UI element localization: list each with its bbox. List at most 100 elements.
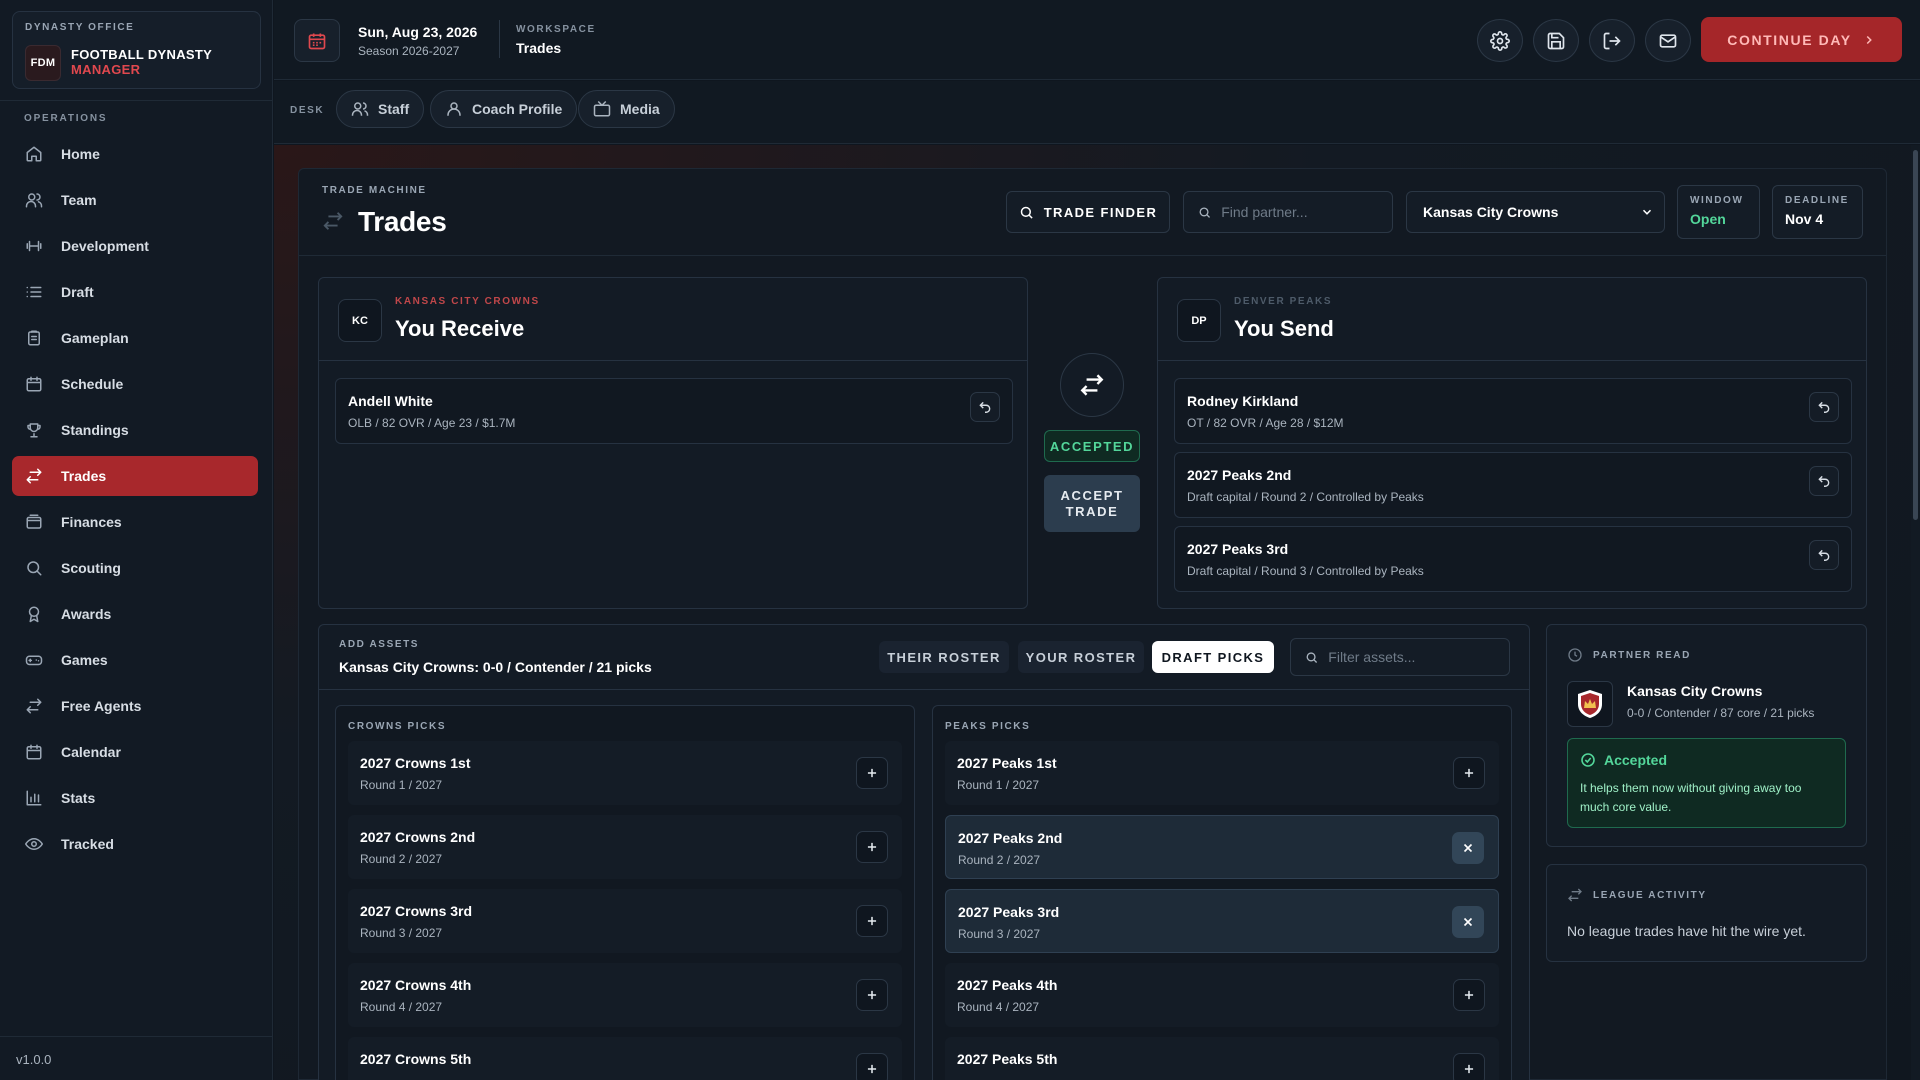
pick-row: 2027 Peaks 5th — [945, 1037, 1499, 1080]
sidebar-item-standings[interactable]: Standings — [12, 410, 258, 450]
sidebar-item-home[interactable]: Home — [12, 134, 258, 174]
continue-day-button[interactable]: CONTINUE DAY — [1701, 17, 1902, 62]
sidebar-nav: Home Team Development Draft Gameplan Schedule… — [12, 134, 258, 870]
partner-search-input[interactable] — [1221, 204, 1392, 220]
deadline-label: DEADLINE — [1785, 195, 1849, 206]
window-label: WINDOW — [1690, 195, 1744, 206]
trade-deadline-stat: DEADLINE Nov 4 — [1772, 185, 1863, 239]
remove-pick-button[interactable] — [1452, 832, 1484, 864]
sidebar-item-stats[interactable]: Stats — [12, 778, 258, 818]
sidebar-item-scouting[interactable]: Scouting — [12, 548, 258, 588]
partner-team-select[interactable]: Kansas City Crowns — [1406, 191, 1665, 233]
sidebar-item-label: Awards — [61, 606, 112, 622]
workspace-value: Trades — [516, 40, 562, 56]
accept-trade-button[interactable]: ACCEPT TRADE — [1044, 475, 1140, 532]
exit-button[interactable] — [1589, 19, 1635, 62]
add-pick-button[interactable] — [1453, 979, 1485, 1011]
asset-meta: OLB / 82 OVR / Age 23 / $1.7M — [348, 416, 516, 430]
brand-card[interactable]: DYNASTY OFFICE FDM FOOTBALL DYNASTY MANA… — [12, 11, 261, 89]
asset-meta: OT / 82 OVR / Age 28 / $12M — [1187, 416, 1344, 430]
desk-staff-label: Staff — [378, 101, 410, 117]
sidebar-item-label: Development — [61, 238, 149, 254]
desk-media-button[interactable]: Media — [578, 90, 675, 128]
sidebar-item-schedule[interactable]: Schedule — [12, 364, 258, 404]
send-card: DP DENVER PEAKS You Send Rodney Kirkland… — [1157, 277, 1867, 609]
add-pick-button[interactable] — [1453, 1053, 1485, 1080]
sidebar-item-development[interactable]: Development — [12, 226, 258, 266]
asset-name: 2027 Peaks 3rd — [1187, 541, 1289, 557]
tab-your-roster[interactable]: YOUR ROSTER — [1018, 641, 1144, 673]
sidebar-item-label: Gameplan — [61, 330, 129, 346]
remove-asset-button[interactable] — [1809, 392, 1839, 422]
league-activity-label: LEAGUE ACTIVITY — [1593, 889, 1707, 901]
clipboard-icon — [28, 330, 40, 346]
team-badge-receive: KC — [338, 299, 382, 342]
add-pick-button[interactable] — [856, 757, 888, 789]
add-pick-button[interactable] — [856, 979, 888, 1011]
pick-meta: Round 1 / 2027 — [360, 778, 443, 792]
sidebar: DYNASTY OFFICE FDM FOOTBALL DYNASTY MANA… — [0, 0, 273, 1080]
gamepad-icon — [25, 655, 43, 666]
undo-icon — [1818, 401, 1830, 413]
settings-button[interactable] — [1477, 19, 1523, 62]
pick-name: 2027 Crowns 4th — [360, 977, 472, 993]
add-pick-button[interactable] — [856, 831, 888, 863]
remove-asset-button[interactable] — [1809, 540, 1839, 570]
pick-row: 2027 Peaks 1st Round 1 / 2027 — [945, 741, 1499, 805]
send-asset-row: 2027 Peaks 2nd Draft capital / Round 2 /… — [1174, 452, 1852, 518]
sidebar-item-gameplan[interactable]: Gameplan — [12, 318, 258, 358]
clock-icon — [1568, 648, 1582, 662]
sidebar-item-team[interactable]: Team — [12, 180, 258, 220]
save-button[interactable] — [1533, 19, 1579, 62]
pick-meta: Round 3 / 2027 — [958, 927, 1041, 941]
desk-coach-profile-button[interactable]: Coach Profile — [430, 90, 578, 128]
trade-window-stat: WINDOW Open — [1677, 185, 1760, 239]
plus-icon — [867, 1064, 877, 1074]
pick-row: 2027 Peaks 4th Round 4 / 2027 — [945, 963, 1499, 1027]
add-pick-button[interactable] — [856, 905, 888, 937]
calendar-button[interactable] — [294, 19, 340, 62]
sidebar-item-calendar[interactable]: Calendar — [12, 732, 258, 772]
pick-name: 2027 Peaks 4th — [957, 977, 1058, 993]
tab-their-roster[interactable]: THEIR ROSTER — [879, 641, 1009, 673]
partner-search[interactable] — [1183, 191, 1393, 233]
sidebar-item-free-agents[interactable]: Free Agents — [12, 686, 258, 726]
sidebar-item-awards[interactable]: Awards — [12, 594, 258, 634]
inbox-button[interactable] — [1645, 19, 1691, 62]
add-pick-button[interactable] — [1453, 757, 1485, 789]
sidebar-item-trades[interactable]: Trades — [12, 456, 258, 496]
search-icon — [1306, 651, 1318, 663]
asset-filter-input[interactable] — [1328, 649, 1509, 665]
asset-name: Andell White — [348, 393, 433, 409]
logout-icon — [1603, 32, 1621, 49]
undo-icon — [1818, 475, 1830, 487]
scrollbar-thumb[interactable] — [1913, 150, 1918, 520]
sidebar-item-finances[interactable]: Finances — [12, 502, 258, 542]
remove-asset-button[interactable] — [970, 392, 1000, 422]
pick-name: 2027 Peaks 5th — [957, 1051, 1058, 1067]
sidebar-item-games[interactable]: Games — [12, 640, 258, 680]
pick-name: 2027 Peaks 1st — [957, 755, 1057, 771]
sidebar-item-tracked[interactable]: Tracked — [12, 824, 258, 864]
sidebar-item-draft[interactable]: Draft — [12, 272, 258, 312]
trade-finder-button[interactable]: TRADE FINDER — [1006, 191, 1170, 233]
tab-draft-picks[interactable]: DRAFT PICKS — [1152, 641, 1274, 673]
remove-asset-button[interactable] — [1809, 466, 1839, 496]
undo-icon — [1818, 549, 1830, 561]
add-assets-divider — [319, 689, 1529, 690]
add-pick-button[interactable] — [856, 1053, 888, 1080]
plus-icon — [1464, 768, 1474, 778]
wallet-icon — [26, 514, 42, 529]
check-circle-icon — [1581, 753, 1595, 767]
asset-filter[interactable] — [1290, 638, 1510, 676]
pick-meta: Round 2 / 2027 — [958, 853, 1041, 867]
desk-staff-button[interactable]: Staff — [336, 90, 425, 128]
remove-pick-button[interactable] — [1452, 906, 1484, 938]
pick-meta: Round 2 / 2027 — [360, 852, 443, 866]
sidebar-item-label: Draft — [61, 284, 94, 300]
league-activity-text: No league trades have hit the wire yet. — [1567, 923, 1806, 939]
workspace-label: WORKSPACE — [516, 24, 596, 35]
sidebar-item-label: Schedule — [61, 376, 124, 392]
sidebar-item-label: Calendar — [61, 744, 121, 760]
swap-sides-button[interactable] — [1060, 353, 1124, 417]
